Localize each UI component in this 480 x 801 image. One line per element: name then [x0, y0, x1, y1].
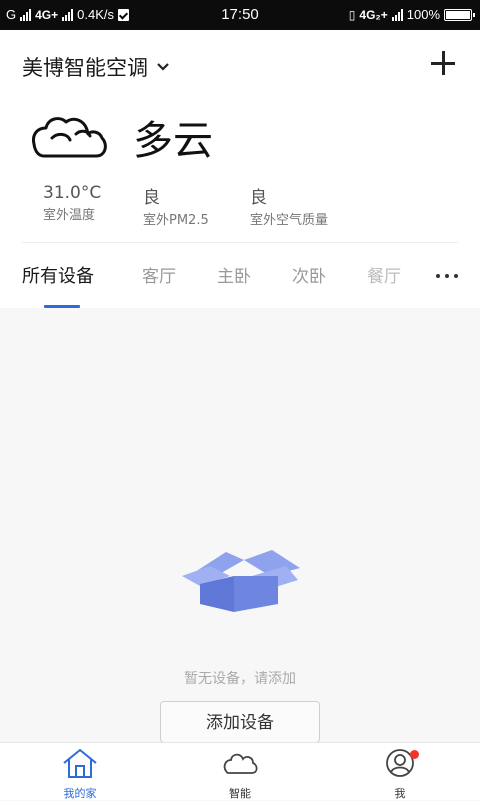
bottom-nav: 我的家 智能 我: [0, 742, 480, 800]
stat-label: 室外PM2.5: [143, 213, 209, 228]
stat-label: 室外空气质量: [250, 213, 329, 228]
nav-item-me[interactable]: 我: [360, 747, 440, 801]
empty-box-icon: [182, 550, 300, 612]
tab-master-bedroom[interactable]: 主卧: [217, 262, 251, 287]
stat-outdoor-air-quality: 良 室外空气质量: [250, 183, 328, 228]
add-device-button[interactable]: 添加设备: [160, 701, 320, 743]
tab-living-room[interactable]: 客厅: [142, 262, 176, 287]
tab-dining-room[interactable]: 餐厅: [367, 262, 401, 287]
add-icon[interactable]: [430, 50, 456, 76]
room-tabs: 所有设备 客厅 主卧 次卧 餐厅: [0, 262, 480, 308]
stat-label: 室外温度: [43, 208, 96, 223]
stat-outdoor-temp: 31.0°C 室外温度: [43, 183, 101, 223]
nav-item-smart[interactable]: 智能: [200, 747, 280, 801]
nav-label: 智能: [229, 787, 251, 800]
stat-outdoor-pm25: 良 室外PM2.5: [143, 183, 209, 228]
empty-message: 暂无设备，请添加: [184, 671, 296, 687]
stat-value: 良: [250, 188, 267, 208]
network-label-2: 4G₂+: [359, 7, 388, 22]
cloud-weather-icon: [32, 117, 107, 158]
battery-percent: 100%: [406, 7, 440, 22]
divider: [22, 242, 458, 243]
home-header-panel: 美博智能空调 多云 31.0°C 室外温度 良 室外PM2.5 良 室外空气质量…: [0, 30, 480, 308]
home-selector[interactable]: 美博智能空调: [22, 52, 170, 82]
cloud-icon: [223, 753, 258, 774]
status-bar: G 4G+ 0.4K/s 17:50 ▯ 4G₂+ 100%: [0, 0, 480, 30]
stat-value: 31.0°C: [43, 183, 102, 203]
notification-badge: [410, 750, 419, 759]
more-icon[interactable]: [436, 274, 458, 278]
active-tab-indicator: [44, 305, 80, 308]
chevron-down-icon: [157, 63, 169, 71]
stat-value: 良: [143, 188, 160, 208]
weather-condition: 多云: [133, 118, 213, 164]
tab-all-devices[interactable]: 所有设备: [22, 262, 94, 288]
nav-label: 我: [394, 787, 406, 800]
tab-second-bedroom[interactable]: 次卧: [292, 262, 326, 287]
home-icon: [63, 748, 97, 778]
home-name: 美博智能空调: [22, 56, 148, 80]
battery-icon: [444, 8, 475, 21]
nav-item-my-home[interactable]: 我的家: [40, 747, 120, 801]
vibrate-icon: ▯: [348, 7, 356, 22]
signal-icon-3: [391, 8, 403, 21]
nav-label: 我的家: [63, 787, 97, 800]
